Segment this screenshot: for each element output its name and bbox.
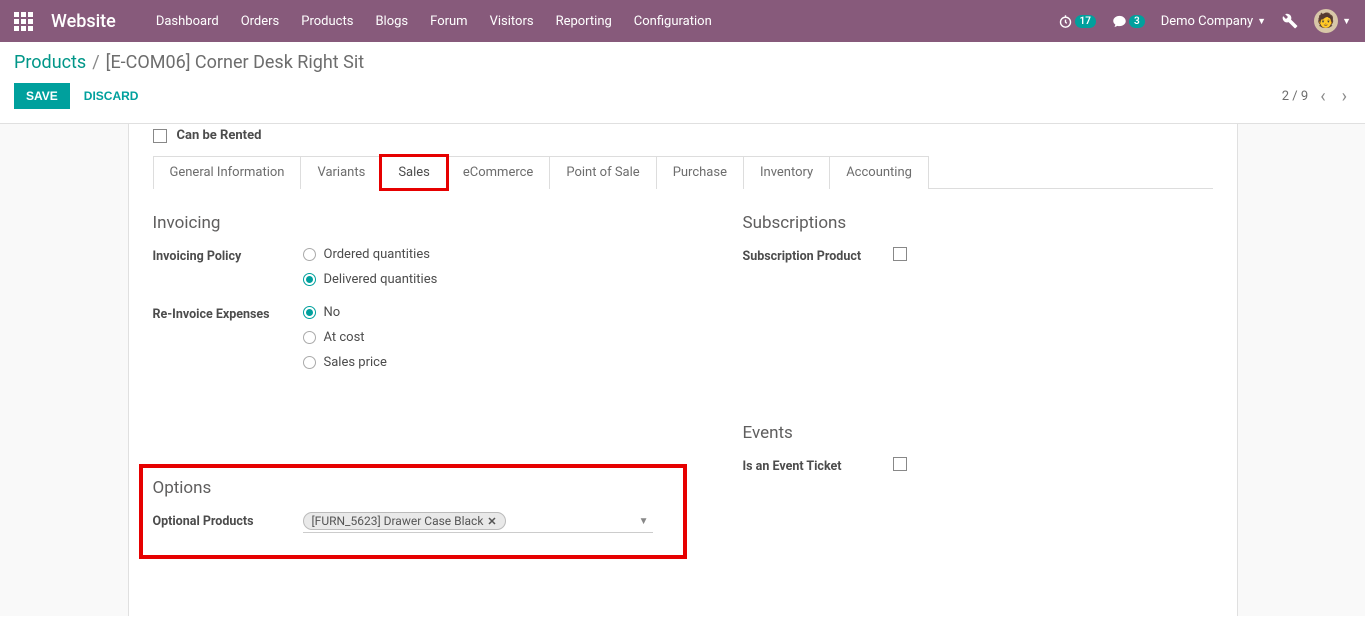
tab-sales[interactable]: Sales: [381, 156, 447, 189]
tab-purchase[interactable]: Purchase: [656, 156, 744, 189]
apps-icon[interactable]: [14, 12, 33, 31]
nav-dashboard[interactable]: Dashboard: [156, 14, 219, 29]
reinvoice-label: Re-Invoice Expenses: [153, 305, 303, 380]
tab-general-information[interactable]: General Information: [153, 156, 302, 189]
tab-variants[interactable]: Variants: [300, 156, 382, 189]
reinvoice-row: Re-Invoice Expenses No At cost Sales: [153, 305, 683, 380]
breadcrumb-current: [E-COM06] Corner Desk Right Sit: [106, 52, 364, 73]
action-bar: SAVE DISCARD 2 / 9 ‹ ›: [0, 77, 1365, 123]
timer-button[interactable]: 17: [1058, 14, 1096, 29]
tab-ecommerce[interactable]: eCommerce: [446, 156, 550, 189]
chat-badge: 3: [1129, 15, 1145, 28]
nav-forum[interactable]: Forum: [430, 14, 467, 29]
subscription-product-label: Subscription Product: [743, 247, 893, 265]
breadcrumb-root[interactable]: Products: [14, 52, 86, 73]
reinvoice-salesprice[interactable]: Sales price: [303, 355, 683, 370]
product-tag-label: [FURN_5623] Drawer Case Black: [312, 514, 484, 528]
can-be-rented-row: Can be Rented: [153, 124, 1213, 155]
policy-delivered[interactable]: Delivered quantities: [303, 272, 683, 287]
breadcrumb-sep: /: [92, 52, 99, 73]
events-title: Events: [743, 423, 1213, 443]
reinvoice-atcost-label: At cost: [324, 330, 365, 345]
tab-point-of-sale[interactable]: Point of Sale: [549, 156, 656, 189]
company-switcher[interactable]: Demo Company ▼: [1161, 14, 1266, 29]
debug-icon[interactable]: [1282, 13, 1298, 29]
radio-icon: [303, 248, 316, 261]
nav-orders[interactable]: Orders: [241, 14, 280, 29]
reinvoice-no-label: No: [324, 305, 341, 320]
pager-count: 2 / 9: [1282, 89, 1308, 104]
save-button[interactable]: SAVE: [14, 83, 70, 109]
app-brand[interactable]: Website: [51, 11, 116, 32]
radio-icon: [303, 356, 316, 369]
form-columns: Invoicing Invoicing Policy Ordered quant…: [153, 213, 1213, 555]
invoicing-policy-label: Invoicing Policy: [153, 247, 303, 297]
company-name: Demo Company: [1161, 14, 1253, 29]
timer-icon: [1058, 14, 1073, 29]
product-tag: [FURN_5623] Drawer Case Black ✕: [303, 512, 506, 530]
reinvoice-field: No At cost Sales price: [303, 305, 683, 380]
chevron-down-icon: ▼: [1257, 16, 1266, 27]
pager-next[interactable]: ›: [1338, 86, 1351, 107]
chat-icon: [1112, 14, 1127, 29]
content-scroll[interactable]: Can be Rented General Information Varian…: [0, 123, 1365, 616]
policy-delivered-label: Delivered quantities: [324, 272, 438, 287]
pager: 2 / 9 ‹ ›: [1282, 86, 1351, 107]
invoicing-title: Invoicing: [153, 213, 683, 233]
policy-ordered[interactable]: Ordered quantities: [303, 247, 683, 262]
nav-products[interactable]: Products: [301, 14, 353, 29]
nav-visitors[interactable]: Visitors: [490, 14, 534, 29]
discard-button[interactable]: DISCARD: [84, 89, 139, 103]
options-title: Options: [153, 478, 673, 498]
radio-icon: [303, 306, 316, 319]
right-column: Subscriptions Subscription Product Event…: [743, 213, 1213, 555]
subscription-product-checkbox[interactable]: [893, 247, 907, 261]
tab-accounting[interactable]: Accounting: [829, 156, 929, 189]
optional-products-field: [FURN_5623] Drawer Case Black ✕ ▼: [303, 512, 673, 533]
form-sheet: Can be Rented General Information Varian…: [128, 124, 1238, 616]
reinvoice-atcost[interactable]: At cost: [303, 330, 683, 345]
tabs: General Information Variants Sales eComm…: [153, 155, 1213, 189]
event-ticket-checkbox[interactable]: [893, 457, 907, 471]
dropdown-caret-icon[interactable]: ▼: [639, 516, 649, 527]
tab-inventory[interactable]: Inventory: [743, 156, 830, 189]
topbar-right: 17 3 Demo Company ▼ 🧑 ▼: [1058, 9, 1351, 33]
pager-prev[interactable]: ‹: [1316, 86, 1329, 107]
optional-products-row: Optional Products [FURN_5623] Drawer Cas…: [153, 512, 673, 533]
subscriptions-title: Subscriptions: [743, 213, 1213, 233]
chevron-down-icon: ▼: [1342, 16, 1351, 27]
policy-ordered-label: Ordered quantities: [324, 247, 430, 262]
optional-products-input[interactable]: [FURN_5623] Drawer Case Black ✕ ▼: [303, 512, 653, 533]
nav-configuration[interactable]: Configuration: [634, 14, 712, 29]
radio-icon: [303, 331, 316, 344]
tag-remove-icon[interactable]: ✕: [487, 515, 496, 528]
invoicing-policy-field: Ordered quantities Delivered quantities: [303, 247, 683, 297]
left-column: Invoicing Invoicing Policy Ordered quant…: [153, 213, 683, 555]
reinvoice-no[interactable]: No: [303, 305, 683, 320]
subscription-product-row: Subscription Product: [743, 247, 1213, 265]
options-section: Options Optional Products [FURN_5623] Dr…: [143, 468, 683, 555]
avatar: 🧑: [1314, 9, 1338, 33]
event-ticket-row: Is an Event Ticket: [743, 457, 1213, 475]
timer-badge: 17: [1075, 15, 1096, 28]
user-menu[interactable]: 🧑 ▼: [1314, 9, 1351, 33]
event-ticket-label: Is an Event Ticket: [743, 457, 893, 475]
nav-blogs[interactable]: Blogs: [375, 14, 408, 29]
chat-button[interactable]: 3: [1112, 14, 1145, 29]
can-be-rented-checkbox[interactable]: [153, 129, 167, 143]
invoicing-policy-row: Invoicing Policy Ordered quantities Deli…: [153, 247, 683, 297]
radio-icon: [303, 273, 316, 286]
can-be-rented-label: Can be Rented: [177, 128, 262, 143]
nav-reporting[interactable]: Reporting: [556, 14, 612, 29]
topbar: Website Dashboard Orders Products Blogs …: [0, 0, 1365, 42]
reinvoice-salesprice-label: Sales price: [324, 355, 387, 370]
optional-products-label: Optional Products: [153, 512, 303, 533]
nav-menu: Dashboard Orders Products Blogs Forum Vi…: [156, 14, 712, 29]
breadcrumb: Products / [E-COM06] Corner Desk Right S…: [0, 42, 1365, 77]
